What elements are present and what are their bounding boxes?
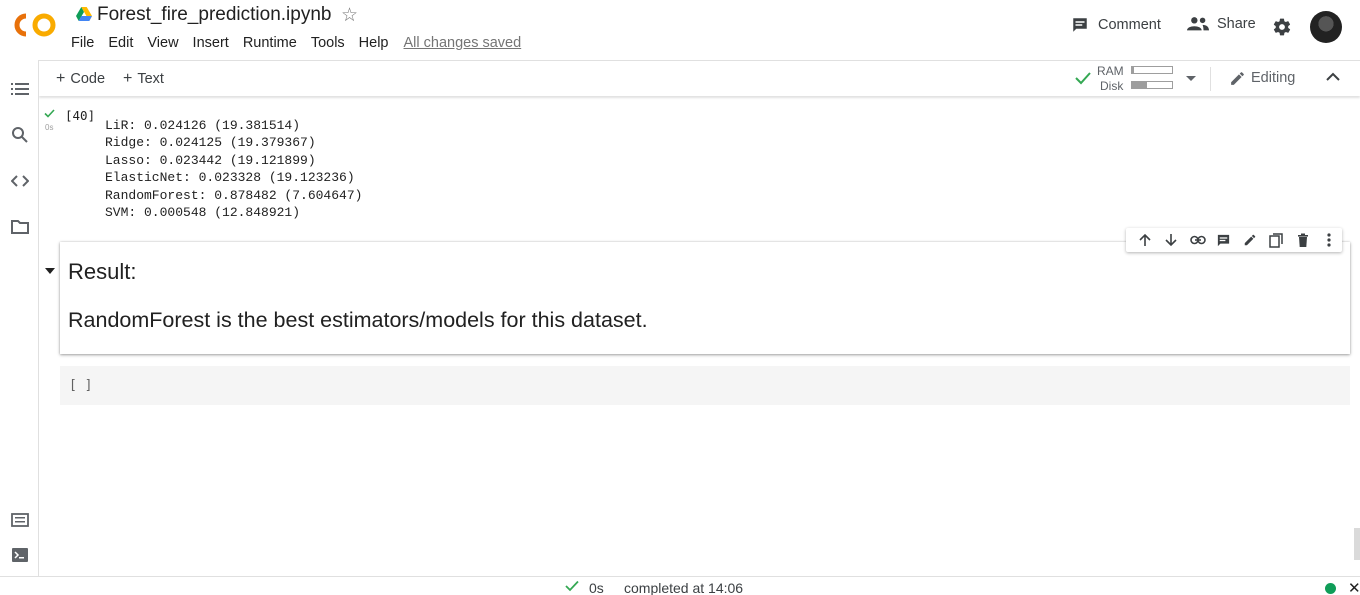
status-bar: 0s completed at 14:06 ✕ [0,576,1360,595]
mirror-tab-icon [1269,232,1284,248]
files-folder-icon[interactable] [11,218,29,236]
user-avatar[interactable] [1310,11,1342,43]
disk-label: Disk [1100,79,1124,93]
colab-logo[interactable] [14,12,58,38]
output-line: Lasso: 0.023442 (19.121899) [105,152,316,168]
execution-count: [40] [65,108,96,123]
pencil-icon [1244,234,1256,246]
text-cell-selected[interactable]: Result: RandomForest is the best estimat… [60,242,1350,354]
result-body-text: RandomForest is the best estimators/mode… [68,308,648,332]
ram-usage-bar [1131,66,1173,74]
notebook-title[interactable]: Forest_fire_prediction.ipynb [97,4,331,26]
app-header: Forest_fire_prediction.ipynb ☆ File Edit… [0,0,1360,60]
link-icon [1189,235,1206,245]
command-palette-icon[interactable] [11,511,29,529]
runtime-connected-dot-icon [1325,583,1336,594]
delete-cell-button[interactable] [1290,228,1316,252]
search-icon[interactable] [11,126,29,144]
menu-tools[interactable]: Tools [311,35,345,51]
code-cell-output[interactable]: 0s [40] LiR: 0.024126 (19.381514) Ridge: … [39,104,1350,232]
table-of-contents-icon[interactable] [11,80,29,98]
run-cell-bracket[interactable]: [ ] [69,378,92,393]
menu-file[interactable]: File [71,35,94,51]
scrollbar-thumb[interactable] [1354,528,1360,560]
copy-link-button[interactable] [1185,228,1211,252]
star-icon[interactable]: ☆ [341,4,358,27]
share-button[interactable]: Share [1187,16,1256,32]
empty-code-cell[interactable]: [ ] [60,366,1350,405]
run-success-check-icon [44,109,55,118]
execution-status-message[interactable]: completed at 14:06 [624,580,743,595]
add-code-label: Code [70,71,106,87]
output-line: LiR: 0.024126 (19.381514) [105,118,301,133]
more-vert-icon [1327,233,1331,247]
completed-check-icon [565,580,579,592]
output-line: ElasticNet: 0.023328 (19.123236) [105,170,355,186]
pencil-icon [1231,72,1244,85]
comment-label: Comment [1098,17,1161,33]
terminal-icon[interactable] [11,546,29,564]
collapse-header-chevron-up-icon[interactable] [1326,72,1340,82]
edit-cell-button[interactable] [1237,228,1263,252]
disk-usage-bar [1131,81,1173,89]
comment-button[interactable]: Comment [1071,16,1161,34]
execution-duration: 0s [589,580,604,595]
comment-icon [1218,234,1230,246]
move-cell-down-button[interactable] [1158,228,1184,252]
trash-icon [1297,233,1308,247]
add-text-button[interactable]: + Text [123,70,164,88]
add-text-label: Text [137,71,164,87]
ram-label: RAM [1097,64,1124,78]
settings-gear-icon[interactable] [1272,17,1292,37]
arrow-down-icon [1165,234,1177,247]
plus-icon: + [56,70,66,87]
plus-icon: + [123,70,133,87]
menu-runtime[interactable]: Runtime [243,35,297,51]
add-code-button[interactable]: + Code [56,70,105,88]
notebook-toolbar: + Code + Text RAM Disk Editing [39,60,1360,96]
save-status-link[interactable]: All changes saved [404,35,522,51]
execution-time: 0s [45,123,54,132]
add-comment-button[interactable] [1211,228,1237,252]
menu-bar: File Edit View Insert Runtime Tools Help… [71,35,535,51]
result-heading: Result: [68,259,137,284]
google-drive-icon[interactable] [76,7,92,21]
resources-dropdown-icon[interactable] [1186,76,1196,81]
output-line: SVM: 0.000548 (12.848921) [105,205,301,221]
editing-mode-label[interactable]: Editing [1251,70,1295,86]
left-sidebar [0,60,39,577]
people-icon [1187,17,1209,31]
move-cell-up-button[interactable] [1132,228,1158,252]
toolbar-divider [1210,67,1211,91]
menu-view[interactable]: View [147,35,178,51]
more-options-button[interactable] [1316,228,1342,252]
menu-edit[interactable]: Edit [108,35,133,51]
output-line: Ridge: 0.024125 (19.379367) [105,135,316,151]
share-label: Share [1217,16,1256,32]
output-line: RandomForest: 0.878482 (7.604647) [105,187,363,203]
section-collapse-caret-icon[interactable] [45,268,55,274]
menu-insert[interactable]: Insert [193,35,229,51]
arrow-up-icon [1139,233,1151,246]
close-icon[interactable]: ✕ [1348,579,1360,595]
mirror-cell-button[interactable] [1263,228,1289,252]
connected-check-icon [1075,72,1091,85]
resources-indicator[interactable]: RAM Disk [1074,64,1214,94]
comment-icon [1073,18,1087,32]
cell-output-text: LiR: 0.024126 (19.381514) Ridge: 0.024125… [105,117,362,221]
code-snippets-icon[interactable] [11,172,29,190]
menu-help[interactable]: Help [359,35,389,51]
cell-toolbar [1126,228,1342,252]
